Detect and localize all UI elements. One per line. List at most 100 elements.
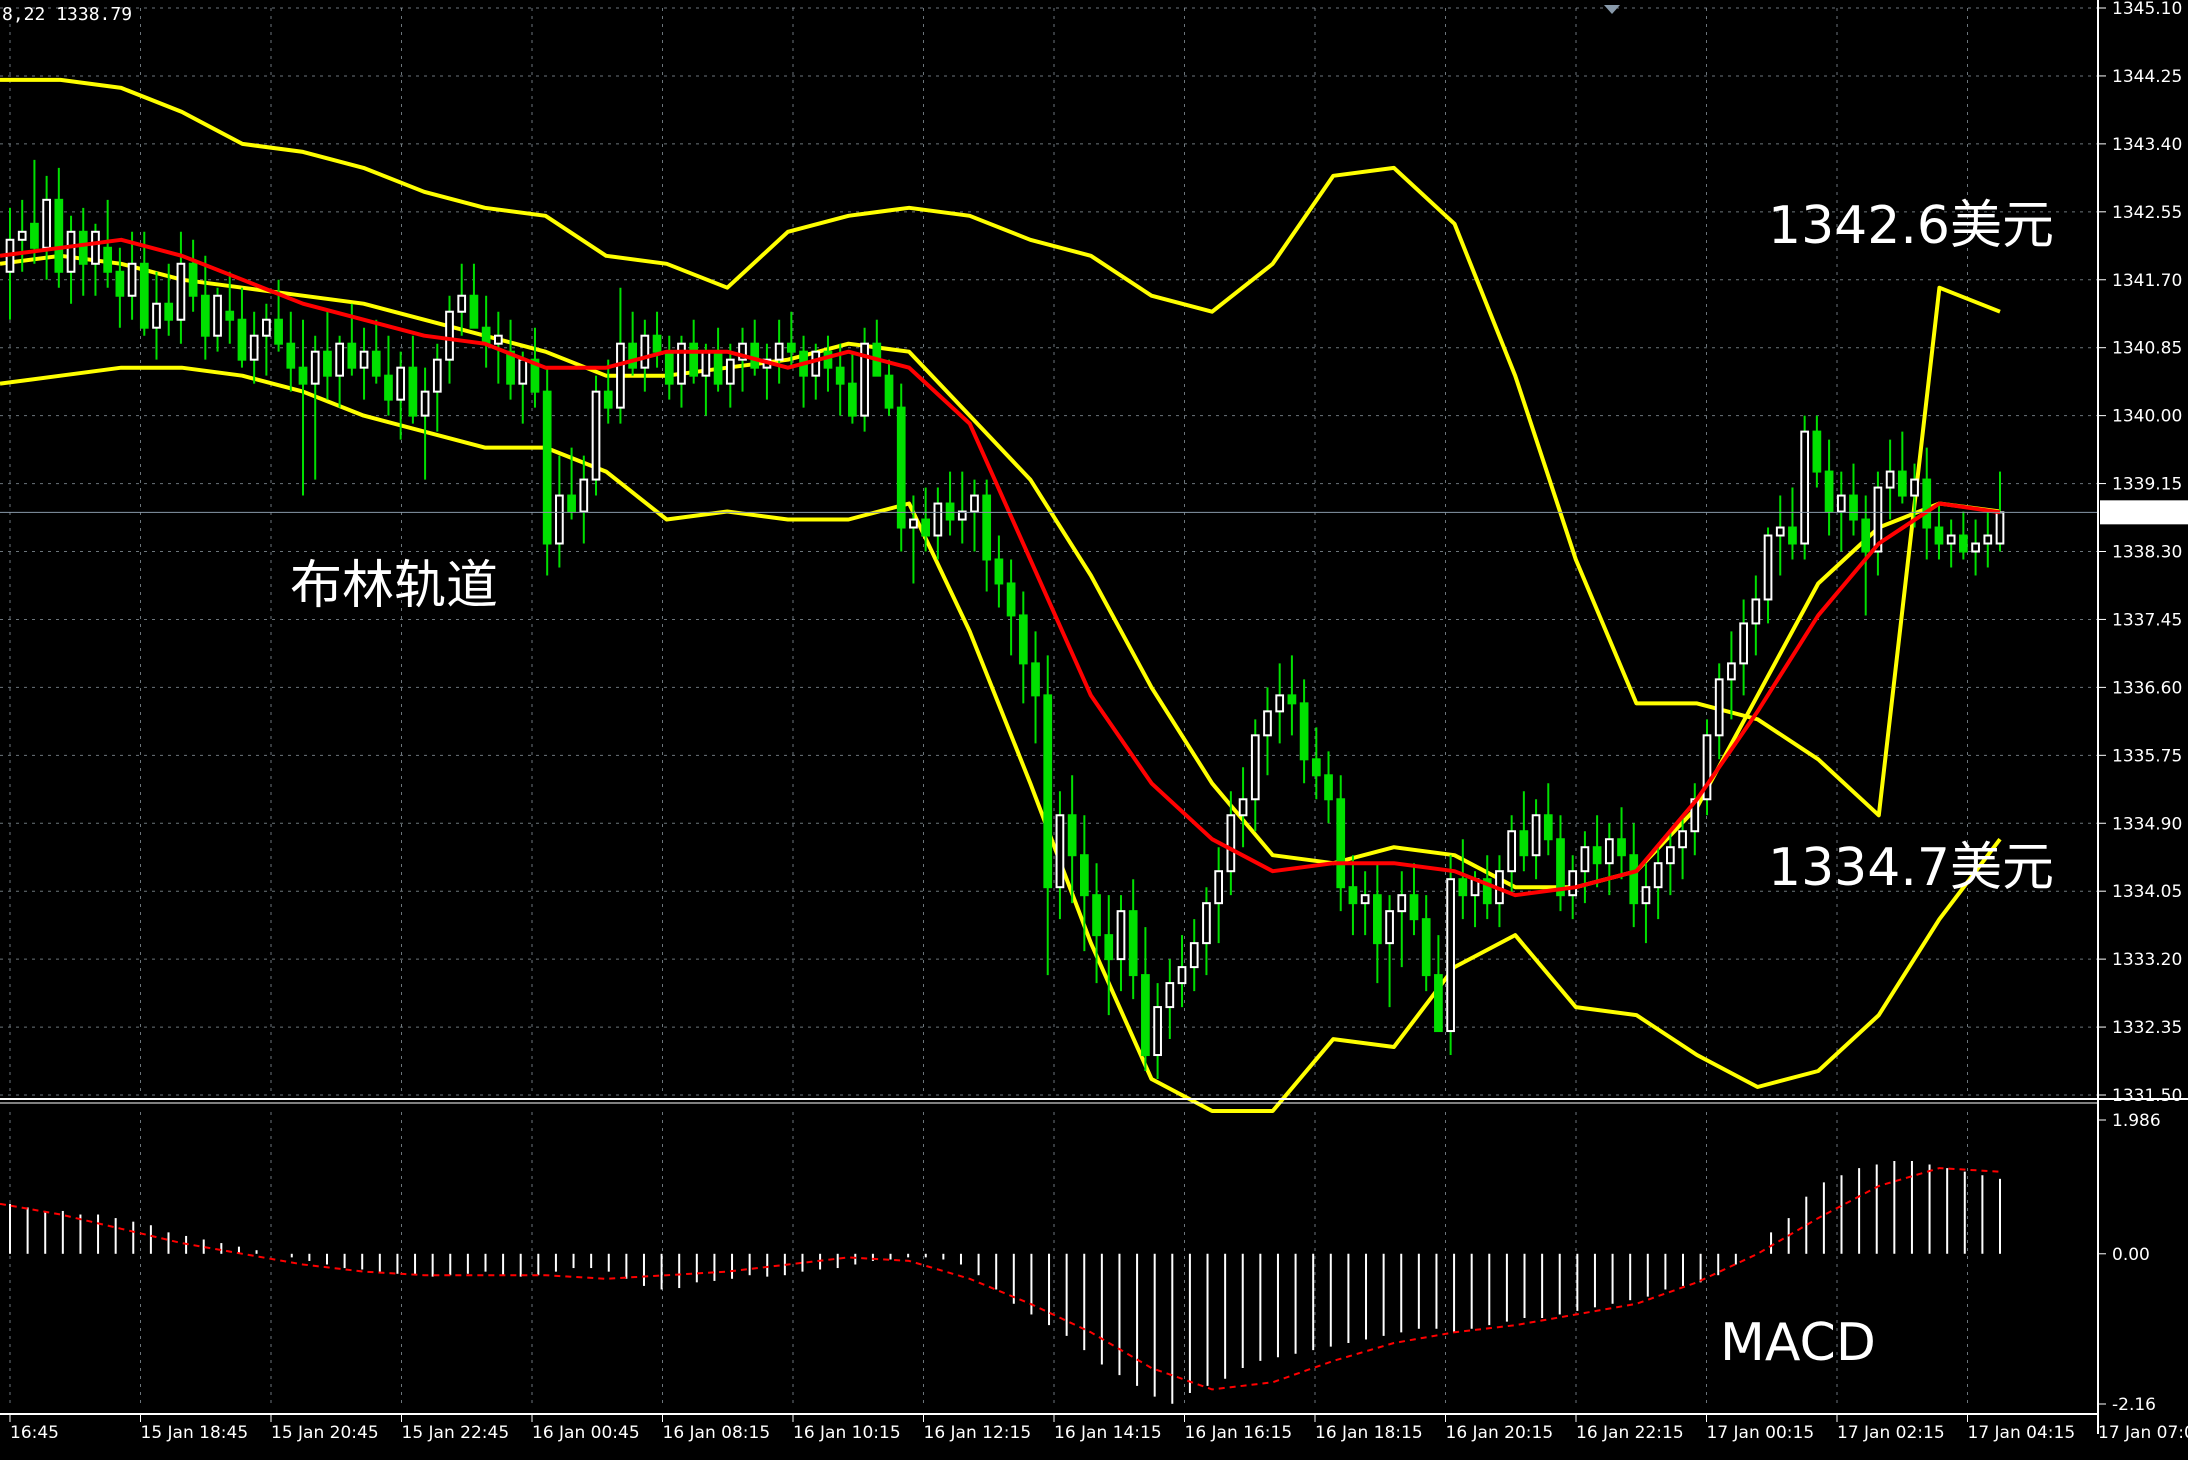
candle-body	[469, 294, 479, 329]
price-tick-label: 1335.75	[2112, 746, 2182, 766]
candle-body	[286, 342, 296, 369]
candle-body	[1897, 470, 1907, 497]
candle-body	[103, 246, 113, 273]
candle-body	[1739, 622, 1748, 665]
candle-body	[1678, 830, 1687, 849]
candle-body	[225, 310, 235, 321]
candle-body	[1812, 430, 1822, 473]
candle-body	[1653, 862, 1663, 889]
candle-body	[1946, 534, 1956, 545]
candle-body	[493, 334, 503, 345]
candle-body	[1959, 534, 1968, 553]
candle-body	[1629, 854, 1639, 905]
bollinger-label: 布林轨道	[290, 556, 499, 616]
candle-body	[17, 230, 27, 241]
time-tick-label: 16:45	[10, 1423, 59, 1443]
candle-body	[78, 230, 88, 265]
price-tick-label: 1342.55	[2112, 203, 2182, 223]
candle-body	[1226, 814, 1236, 873]
candle-body	[1592, 846, 1602, 865]
candle-body	[347, 342, 357, 369]
current-price-label: 1338.79	[2110, 503, 2180, 523]
candle-body	[1202, 902, 1211, 945]
bollinger-lower-line	[0, 365, 2002, 1113]
macd-tick-label: 0.00	[2112, 1245, 2150, 1265]
time-tick-label: 16 Jan 22:15	[1576, 1423, 1684, 1443]
candle-body	[1556, 838, 1565, 897]
candle-body	[274, 318, 283, 345]
price-tick-label: 1332.35	[2112, 1018, 2182, 1038]
price-tick-label: 1336.60	[2112, 678, 2182, 698]
candle-body	[567, 494, 576, 513]
candle-body	[1287, 694, 1297, 705]
header-info: 8,22 1338.79	[2, 4, 133, 25]
candle-body	[1348, 886, 1358, 905]
price-axis: 1345.10 1344.25 1343.40 1342.55 1341.70 1340.…	[2098, 0, 2188, 1415]
candle-body	[213, 294, 222, 337]
upper-price-label: 1342.6美元	[1768, 196, 2054, 256]
time-tick-label: 15 Jan 22:45	[402, 1423, 510, 1443]
price-tick-label: 1337.45	[2112, 610, 2182, 630]
candle-body	[396, 366, 406, 401]
time-axis: 16:45 15 Jan 18:45 15 Jan 20:45 15 Jan 22:4…	[9, 1414, 2188, 1443]
candle-body	[1006, 582, 1016, 617]
candle-body	[909, 518, 918, 529]
candle-body	[1763, 534, 1773, 601]
candle-body	[298, 366, 308, 385]
candle-body	[1165, 982, 1175, 1009]
candle-body	[42, 198, 51, 249]
price-tick-label: 1343.40	[2112, 135, 2182, 155]
candle-body	[1397, 894, 1407, 913]
candle-body	[640, 334, 650, 369]
candle-body	[249, 334, 259, 361]
time-tick-label: 16 Jan 16:15	[1185, 1423, 1293, 1443]
candle-body	[1104, 934, 1114, 961]
candle-body	[1934, 526, 1944, 545]
candle-body	[1995, 511, 2005, 545]
candle-body	[1177, 966, 1187, 985]
time-tick-label: 16 Jan 18:15	[1315, 1423, 1423, 1443]
candle-body	[1153, 1006, 1162, 1057]
candle-body	[994, 558, 1004, 585]
candle-body	[335, 342, 344, 377]
candle-body	[1836, 494, 1846, 513]
candle-body	[371, 350, 381, 377]
candle-body	[91, 230, 100, 265]
price-tick-label: 1339.15	[2112, 475, 2182, 495]
candle-body	[896, 406, 906, 529]
candle-body	[262, 318, 271, 337]
candle-body	[1641, 886, 1651, 905]
candle-body	[591, 390, 601, 481]
candle-body	[1604, 838, 1614, 865]
candle-body	[1727, 662, 1736, 681]
candle-body	[835, 366, 845, 385]
candle-body	[1373, 894, 1382, 945]
candle-body	[664, 350, 674, 385]
candle-body	[1031, 662, 1040, 697]
candle-body	[1666, 846, 1675, 865]
candle-body	[384, 374, 393, 401]
candle-body	[1751, 598, 1761, 625]
candle-body	[127, 262, 137, 297]
candle-body	[1617, 838, 1626, 857]
candle-body	[1922, 478, 1932, 529]
candle-body	[921, 518, 931, 537]
candle-body	[1824, 470, 1834, 513]
candle-body	[1189, 942, 1199, 969]
candle-body	[54, 198, 64, 273]
macd-panel	[0, 1160, 2001, 1404]
time-tick-label: 16 Jan 10:15	[793, 1423, 901, 1443]
price-tick-label: 1331.50	[2112, 1086, 2182, 1106]
candle-body	[1311, 758, 1321, 777]
candle-body	[1141, 974, 1150, 1057]
candle-body	[1507, 830, 1517, 873]
candle-body	[1458, 878, 1468, 897]
price-tick-label: 1340.85	[2112, 339, 2182, 359]
macd-tick-label: 1.986	[2112, 1111, 2161, 1131]
candle-body	[188, 262, 198, 297]
candle-body	[1263, 710, 1272, 737]
candle-body	[970, 494, 979, 513]
candle-body	[115, 270, 125, 297]
time-tick-label: 17 Jan 00:15	[1707, 1423, 1815, 1443]
candle-body	[30, 222, 39, 249]
